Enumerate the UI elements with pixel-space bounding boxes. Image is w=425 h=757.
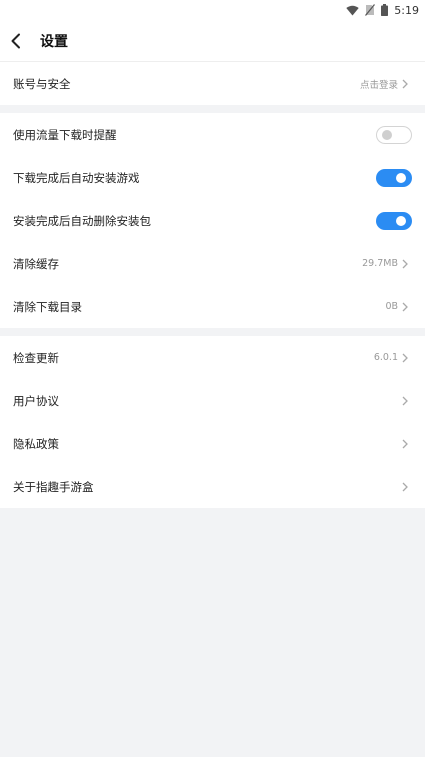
section-divider xyxy=(0,328,425,336)
chevron-right-icon xyxy=(402,439,412,449)
status-time: 5:19 xyxy=(394,3,419,17)
check-update-row[interactable]: 检查更新 6.0.1 xyxy=(0,336,425,379)
wifi-icon xyxy=(346,5,359,16)
downloads-size: 0B xyxy=(385,301,398,312)
privacy-policy-label: 隐私政策 xyxy=(13,436,59,451)
auto-delete-row: 安装完成后自动删除安装包 xyxy=(0,199,425,242)
auto-install-toggle[interactable] xyxy=(376,168,412,187)
privacy-policy-row[interactable]: 隐私政策 xyxy=(0,422,425,465)
chevron-right-icon xyxy=(402,302,412,312)
data-warning-row: 使用流量下载时提醒 xyxy=(0,113,425,156)
auto-delete-toggle[interactable] xyxy=(376,211,412,230)
chevron-right-icon xyxy=(402,396,412,406)
clear-downloads-row[interactable]: 清除下载目录 0B xyxy=(0,285,425,328)
app-header: 设置 xyxy=(0,20,425,62)
no-sim-icon xyxy=(365,4,376,16)
section-divider xyxy=(0,105,425,113)
user-agreement-label: 用户协议 xyxy=(13,393,59,408)
toggle-knob xyxy=(382,129,392,140)
cache-size: 29.7MB xyxy=(362,258,398,269)
chevron-left-icon[interactable] xyxy=(10,30,32,52)
download-settings-group: 使用流量下载时提醒 下载完成后自动安装游戏 安装完成后自动删除安装包 清除缓存 … xyxy=(0,113,425,328)
toggle-knob xyxy=(396,215,406,226)
status-bar: 5:19 xyxy=(0,0,425,20)
chevron-right-icon xyxy=(402,353,412,363)
data-warning-toggle[interactable] xyxy=(376,125,412,144)
toggle-knob xyxy=(396,172,406,183)
login-prompt: 点击登录 xyxy=(359,79,398,91)
about-group: 检查更新 6.0.1 用户协议 隐私政策 关于指趣手游盒 xyxy=(0,336,425,508)
clear-cache-row[interactable]: 清除缓存 29.7MB xyxy=(0,242,425,285)
about-app-row[interactable]: 关于指趣手游盒 xyxy=(0,465,425,508)
auto-install-label: 下载完成后自动安装游戏 xyxy=(13,170,140,185)
chevron-right-icon xyxy=(402,259,412,269)
chevron-right-icon xyxy=(402,482,412,492)
chevron-right-icon xyxy=(402,79,412,89)
battery-icon xyxy=(381,4,389,16)
account-group: 账号与安全 点击登录 xyxy=(0,62,425,105)
auto-delete-label: 安装完成后自动删除安装包 xyxy=(13,213,151,228)
account-security-row[interactable]: 账号与安全 点击登录 xyxy=(0,62,425,105)
data-warning-label: 使用流量下载时提醒 xyxy=(13,127,117,142)
version-number: 6.0.1 xyxy=(373,352,398,363)
clear-cache-label: 清除缓存 xyxy=(13,256,59,271)
about-app-label: 关于指趣手游盒 xyxy=(13,479,94,494)
user-agreement-row[interactable]: 用户协议 xyxy=(0,379,425,422)
check-update-label: 检查更新 xyxy=(13,350,59,365)
auto-install-row: 下载完成后自动安装游戏 xyxy=(0,156,425,199)
account-security-label: 账号与安全 xyxy=(13,76,71,91)
page-title: 设置 xyxy=(40,33,68,50)
clear-downloads-label: 清除下载目录 xyxy=(13,299,82,314)
